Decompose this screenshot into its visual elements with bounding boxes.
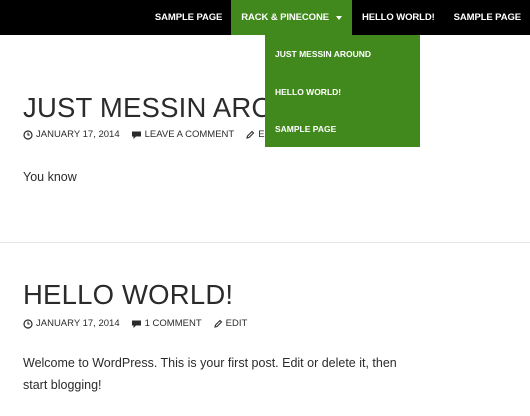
primary-navigation-bar: SAMPLE PAGE RACK & PINECONE HELLO WORLD!…	[0, 0, 530, 35]
post-meta: JANUARY 17, 2014 1 COMMENT EDIT	[23, 318, 258, 329]
clock-icon	[23, 318, 33, 329]
nav-item-sample-page[interactable]: SAMPLE PAGE	[145, 0, 231, 35]
post-date-link[interactable]: JANUARY 17, 2014	[23, 129, 120, 140]
comment-bubble-icon	[131, 130, 142, 140]
post-edit-link[interactable]: EDIT	[213, 318, 248, 329]
post-comments: 1 COMMENT	[144, 318, 202, 329]
submenu-item-sample-page[interactable]: SAMPLE PAGE	[275, 124, 336, 134]
nav-item-hello-world[interactable]: HELLO WORLD!	[352, 0, 444, 35]
post-date-link[interactable]: JANUARY 17, 2014	[23, 318, 120, 329]
comment-bubble-icon	[131, 319, 142, 329]
post-date: JANUARY 17, 2014	[36, 129, 120, 140]
post-comments: LEAVE A COMMENT	[144, 129, 235, 140]
post-divider	[0, 242, 530, 243]
nav-item-label: SAMPLE PAGE	[154, 12, 223, 23]
post-title[interactable]: HELLO WORLD!	[23, 279, 233, 311]
pencil-icon	[213, 319, 223, 329]
post-comments-link[interactable]: LEAVE A COMMENT	[131, 129, 235, 140]
nav-item-label: SAMPLE PAGE	[453, 12, 521, 23]
nav-item-label: HELLO WORLD!	[361, 12, 435, 23]
nav-item-rack-pinecone[interactable]: RACK & PINECONE	[231, 0, 352, 35]
submenu-item-just-messin-around[interactable]: JUST MESSIN AROUND	[275, 49, 371, 59]
clock-icon	[23, 129, 33, 140]
post-content: You know	[23, 170, 77, 184]
submenu-item-hello-world[interactable]: HELLO WORLD!	[275, 87, 341, 97]
post-meta: JANUARY 17, 2014 LEAVE A COMMENT EDIT	[23, 129, 291, 140]
submenu-dropdown: JUST MESSIN AROUND HELLO WORLD! SAMPLE P…	[265, 35, 420, 147]
post-edit: EDIT	[225, 318, 248, 329]
caret-down-icon	[335, 15, 342, 20]
post-comments-link[interactable]: 1 COMMENT	[131, 318, 202, 329]
nav-item-sample-page-2[interactable]: SAMPLE PAGE	[444, 0, 530, 35]
post-content: Welcome to WordPress. This is your first…	[23, 356, 397, 392]
pencil-icon	[245, 130, 255, 140]
post-title-link[interactable]: HELLO WORLD!	[23, 279, 233, 310]
post-date: JANUARY 17, 2014	[36, 318, 120, 329]
nav-item-label: RACK & PINECONE	[241, 12, 329, 23]
primary-menu: SAMPLE PAGE RACK & PINECONE HELLO WORLD!…	[145, 0, 530, 35]
